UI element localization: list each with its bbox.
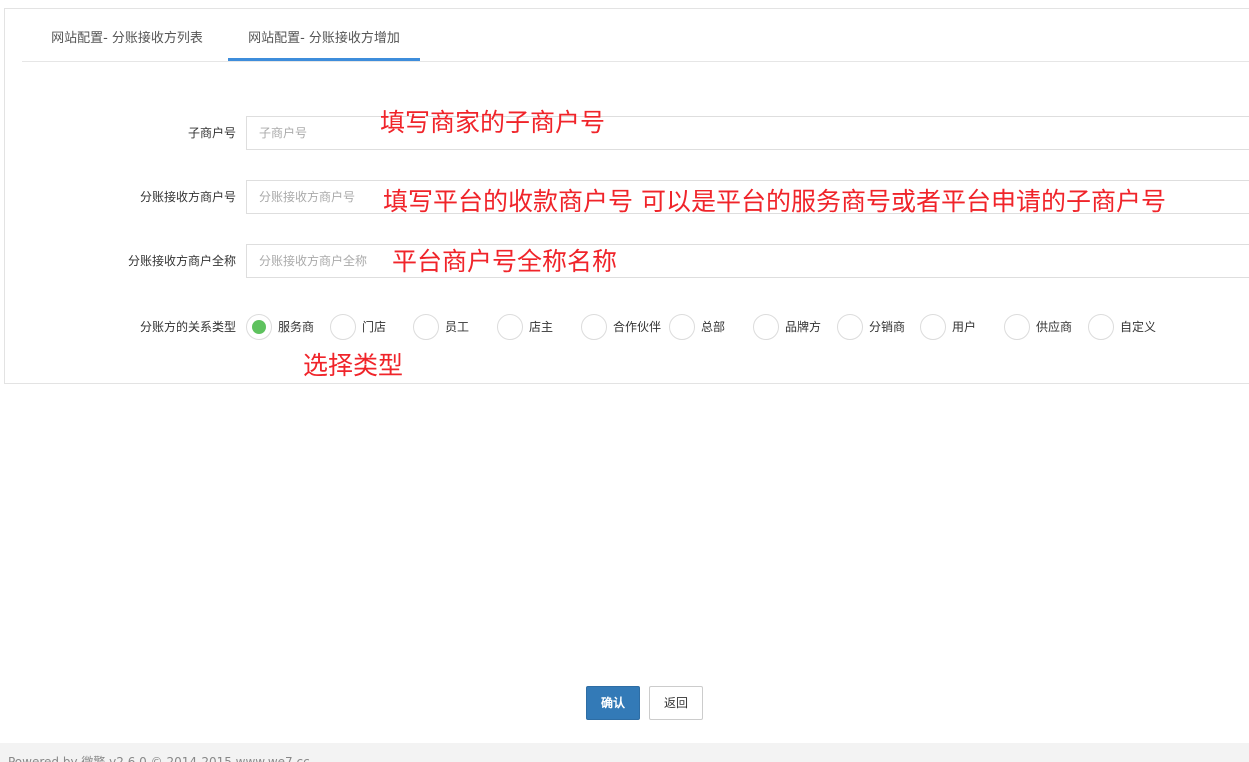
relation-type-label: 分账方的关系类型 xyxy=(139,320,236,334)
radio-circle-icon xyxy=(246,314,272,340)
radio-circle-icon xyxy=(837,314,863,340)
radio-circle-icon xyxy=(1088,314,1114,340)
back-button[interactable]: 返回 xyxy=(649,686,703,720)
radio-circle-icon xyxy=(581,314,607,340)
form-row-receiver-fullname: 分账接收方商户全称 xyxy=(0,244,1249,278)
annotation-sub-merchant: 填写商家的子商户号 xyxy=(380,108,606,137)
tab-bar: 网站配置- 分账接收方列表 网站配置- 分账接收方增加 xyxy=(22,18,1249,62)
radio-circle-icon xyxy=(497,314,523,340)
radio-circle-icon xyxy=(920,314,946,340)
receiver-fullname-label: 分账接收方商户全称 xyxy=(127,254,236,268)
confirm-button[interactable]: 确认 xyxy=(586,686,640,720)
radio-circle-icon xyxy=(669,314,695,340)
annotation-receiver-merchant: 填写平台的收款商户号 可以是平台的服务商号或者平台申请的子商户号 xyxy=(383,187,1166,216)
form-row-relation-type: 分账方的关系类型 服务商 门店 员工 店主 合作伙伴 总部 品牌方 分销商 用户… xyxy=(0,314,1249,340)
form-row-sub-merchant: 子商户号 xyxy=(0,116,1249,150)
annotation-relation-type: 选择类型 xyxy=(303,351,404,380)
tab-receiver-add[interactable]: 网站配置- 分账接收方增加 xyxy=(228,18,420,61)
annotation-receiver-fullname: 平台商户号全称名称 xyxy=(392,247,618,276)
footer-copyright: Powered by 微擎 v2.6.0 © 2014-2015 www.we7… xyxy=(8,755,310,762)
radio-circle-icon xyxy=(753,314,779,340)
tab-receiver-list[interactable]: 网站配置- 分账接收方列表 xyxy=(36,18,218,60)
sub-merchant-label: 子商户号 xyxy=(187,126,236,140)
radio-circle-icon xyxy=(1004,314,1030,340)
radio-circle-icon xyxy=(413,314,439,340)
receiver-merchant-label: 分账接收方商户号 xyxy=(139,190,236,204)
footer: Powered by 微擎 v2.6.0 © 2014-2015 www.we7… xyxy=(0,743,1249,762)
radio-circle-icon xyxy=(330,314,356,340)
